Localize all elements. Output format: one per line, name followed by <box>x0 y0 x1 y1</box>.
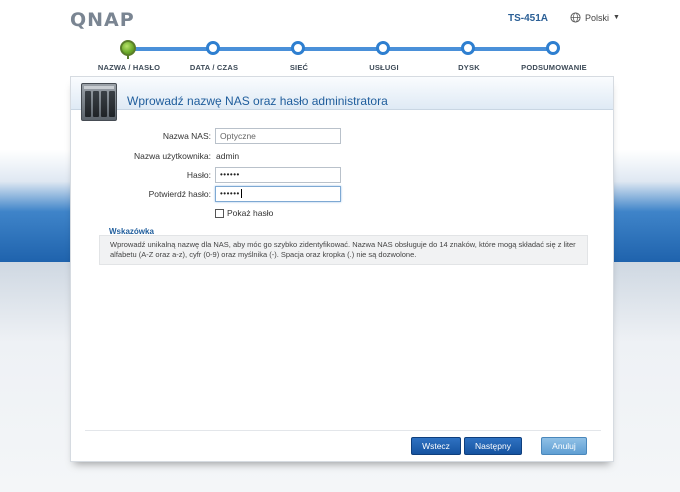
active-step-pin <box>127 54 129 59</box>
show-password-label[interactable]: Pokaż hasło <box>227 208 273 218</box>
step-label-disk: DYSK <box>458 63 480 72</box>
nas-device-icon <box>81 83 117 121</box>
page-title: Wprowadź nazwę NAS oraz hasło administra… <box>127 94 388 108</box>
text-cursor <box>240 189 242 199</box>
username-label: Nazwa użytkownika: <box>133 151 211 161</box>
password-label: Hasło: <box>186 170 211 180</box>
step-dot-summary <box>546 41 560 55</box>
step-label-network: SIEĆ <box>289 63 309 72</box>
username-value: admin <box>216 151 240 161</box>
hint-text: Wprowadź unikalną nazwę dla NAS, aby móc… <box>110 240 576 259</box>
step-label-services: USŁUGI <box>369 63 399 72</box>
chevron-down-icon: ▼ <box>613 14 620 21</box>
wizard-progress-track <box>128 47 553 51</box>
globe-icon <box>570 12 581 23</box>
confirm-password-label: Potwierdź hasło: <box>148 189 211 199</box>
cancel-button[interactable]: Anuluj <box>541 437 587 455</box>
back-button[interactable]: Wstecz <box>411 437 461 455</box>
step-dot-network <box>291 41 305 55</box>
confirm-password-field[interactable]: •••••• <box>215 186 341 202</box>
language-label: Polski <box>585 12 610 23</box>
hint-box: Wprowadź unikalną nazwę dla NAS, aby móc… <box>99 235 588 265</box>
step-dot-date-time <box>206 41 220 55</box>
model-name: TS-451A <box>508 13 549 24</box>
nas-name-label: Nazwa NAS: <box>162 131 211 141</box>
step-dot-disk <box>461 41 475 55</box>
show-password-checkbox[interactable] <box>215 209 224 218</box>
nas-name-field[interactable]: Optyczne <box>215 128 341 144</box>
next-button[interactable]: Następny <box>464 437 522 455</box>
language-selector[interactable]: Polski ▼ <box>570 12 620 23</box>
footer-divider <box>85 430 601 431</box>
wizard-panel: Wprowadź nazwę NAS oraz hasło administra… <box>70 76 614 462</box>
step-label-summary: PODSUMOWANIE <box>521 63 587 72</box>
step-label-date-time: DATA / CZAS <box>189 63 239 72</box>
password-field[interactable]: •••••• <box>215 167 341 183</box>
step-dot-services <box>376 41 390 55</box>
qnap-logo: QNAP <box>70 9 135 31</box>
step-label-name-password: NAZWA / HASŁO <box>97 63 161 72</box>
confirm-password-value: •••••• <box>220 189 240 198</box>
